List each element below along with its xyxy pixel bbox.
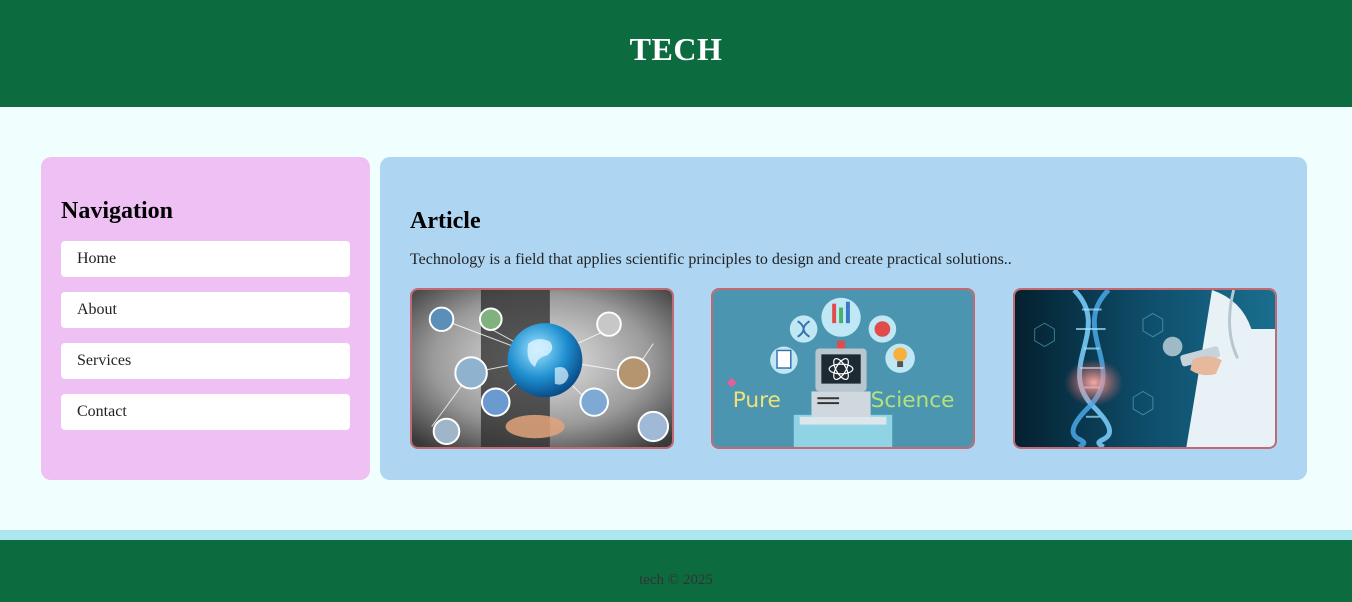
site-header: TECH (0, 0, 1352, 107)
nav-item-services[interactable]: Services (61, 343, 350, 379)
site-title: TECH (629, 31, 723, 67)
article-text: Technology is a field that applies scien… (410, 251, 1012, 268)
image-gallery: Pure Science (410, 288, 1277, 450)
navigation-list: Home About Services Contact (61, 241, 350, 430)
pure-caption: Pure (733, 388, 781, 413)
nav-item-about[interactable]: About (61, 292, 350, 328)
article-heading: Article (410, 208, 481, 234)
science-caption: Science (871, 388, 955, 413)
nav-item-contact[interactable]: Contact (61, 394, 350, 430)
nav-item-home[interactable]: Home (61, 241, 350, 277)
footer-divider (0, 530, 1352, 540)
navigation-panel: Navigation Home About Services Contact (41, 157, 370, 480)
navigation-heading: Navigation (61, 198, 174, 224)
site-footer: tech © 2025 (0, 540, 1352, 602)
globe-network-image (410, 288, 674, 449)
pure-science-image: Pure Science (711, 288, 975, 449)
dna-doctor-image (1013, 288, 1277, 449)
footer-text: tech © 2025 (639, 571, 713, 588)
article-panel: Article Technology is a field that appli… (380, 157, 1307, 480)
